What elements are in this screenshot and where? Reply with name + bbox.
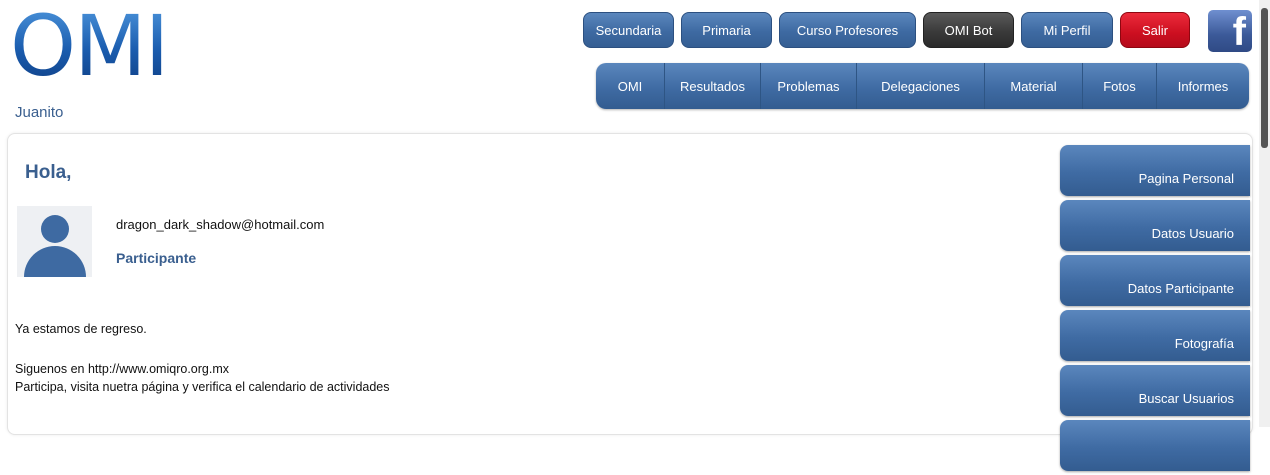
- message-line: Siguenos en http://www.omiqro.org.mx: [15, 362, 229, 376]
- greeting-heading: Hola,: [25, 162, 72, 183]
- user-email: dragon_dark_shadow@hotmail.com: [116, 217, 325, 232]
- nav-item-omi[interactable]: OMI: [596, 63, 665, 109]
- primaria-button[interactable]: Primaria: [681, 12, 772, 48]
- message-line: Participa, visita nuetra página y verifi…: [15, 380, 390, 394]
- username-label: Juanito: [15, 104, 64, 121]
- side-item-pagina-personal[interactable]: Pagina Personal: [1060, 145, 1250, 196]
- side-item-datos-participante[interactable]: Datos Participante: [1060, 255, 1250, 306]
- main-nav: OMI Resultados Problemas Delegaciones Ma…: [596, 63, 1249, 109]
- nav-item-delegaciones[interactable]: Delegaciones: [857, 63, 985, 109]
- nav-item-resultados[interactable]: Resultados: [665, 63, 761, 109]
- avatar-body: [24, 246, 86, 277]
- top-buttons: Secundaria Primaria Curso Profesores OMI…: [583, 12, 1190, 48]
- side-item-next[interactable]: [1060, 420, 1250, 471]
- secundaria-button[interactable]: Secundaria: [583, 12, 674, 48]
- side-item-datos-usuario[interactable]: Datos Usuario: [1060, 200, 1250, 251]
- nav-item-fotos[interactable]: Fotos: [1083, 63, 1157, 109]
- omi-logo[interactable]: OMI: [10, 4, 169, 88]
- user-role: Participante: [116, 250, 197, 266]
- side-item-buscar-usuarios[interactable]: Buscar Usuarios: [1060, 365, 1250, 416]
- message-line: Ya estamos de regreso.: [15, 322, 147, 336]
- avatar-head: [41, 215, 69, 243]
- facebook-icon[interactable]: f: [1208, 10, 1252, 52]
- curso-profesores-button[interactable]: Curso Profesores: [779, 12, 916, 48]
- side-item-fotografia[interactable]: Fotografía: [1060, 310, 1250, 361]
- nav-item-material[interactable]: Material: [985, 63, 1083, 109]
- side-menu: Pagina Personal Datos Usuario Datos Part…: [1060, 145, 1250, 475]
- nav-item-problemas[interactable]: Problemas: [761, 63, 857, 109]
- omi-bot-button[interactable]: OMI Bot: [923, 12, 1014, 48]
- avatar: [17, 206, 92, 277]
- mi-perfil-button[interactable]: Mi Perfil: [1021, 12, 1113, 48]
- nav-item-informes[interactable]: Informes: [1157, 63, 1249, 109]
- salir-button[interactable]: Salir: [1120, 12, 1190, 48]
- scrollbar-thumb[interactable]: [1261, 8, 1268, 148]
